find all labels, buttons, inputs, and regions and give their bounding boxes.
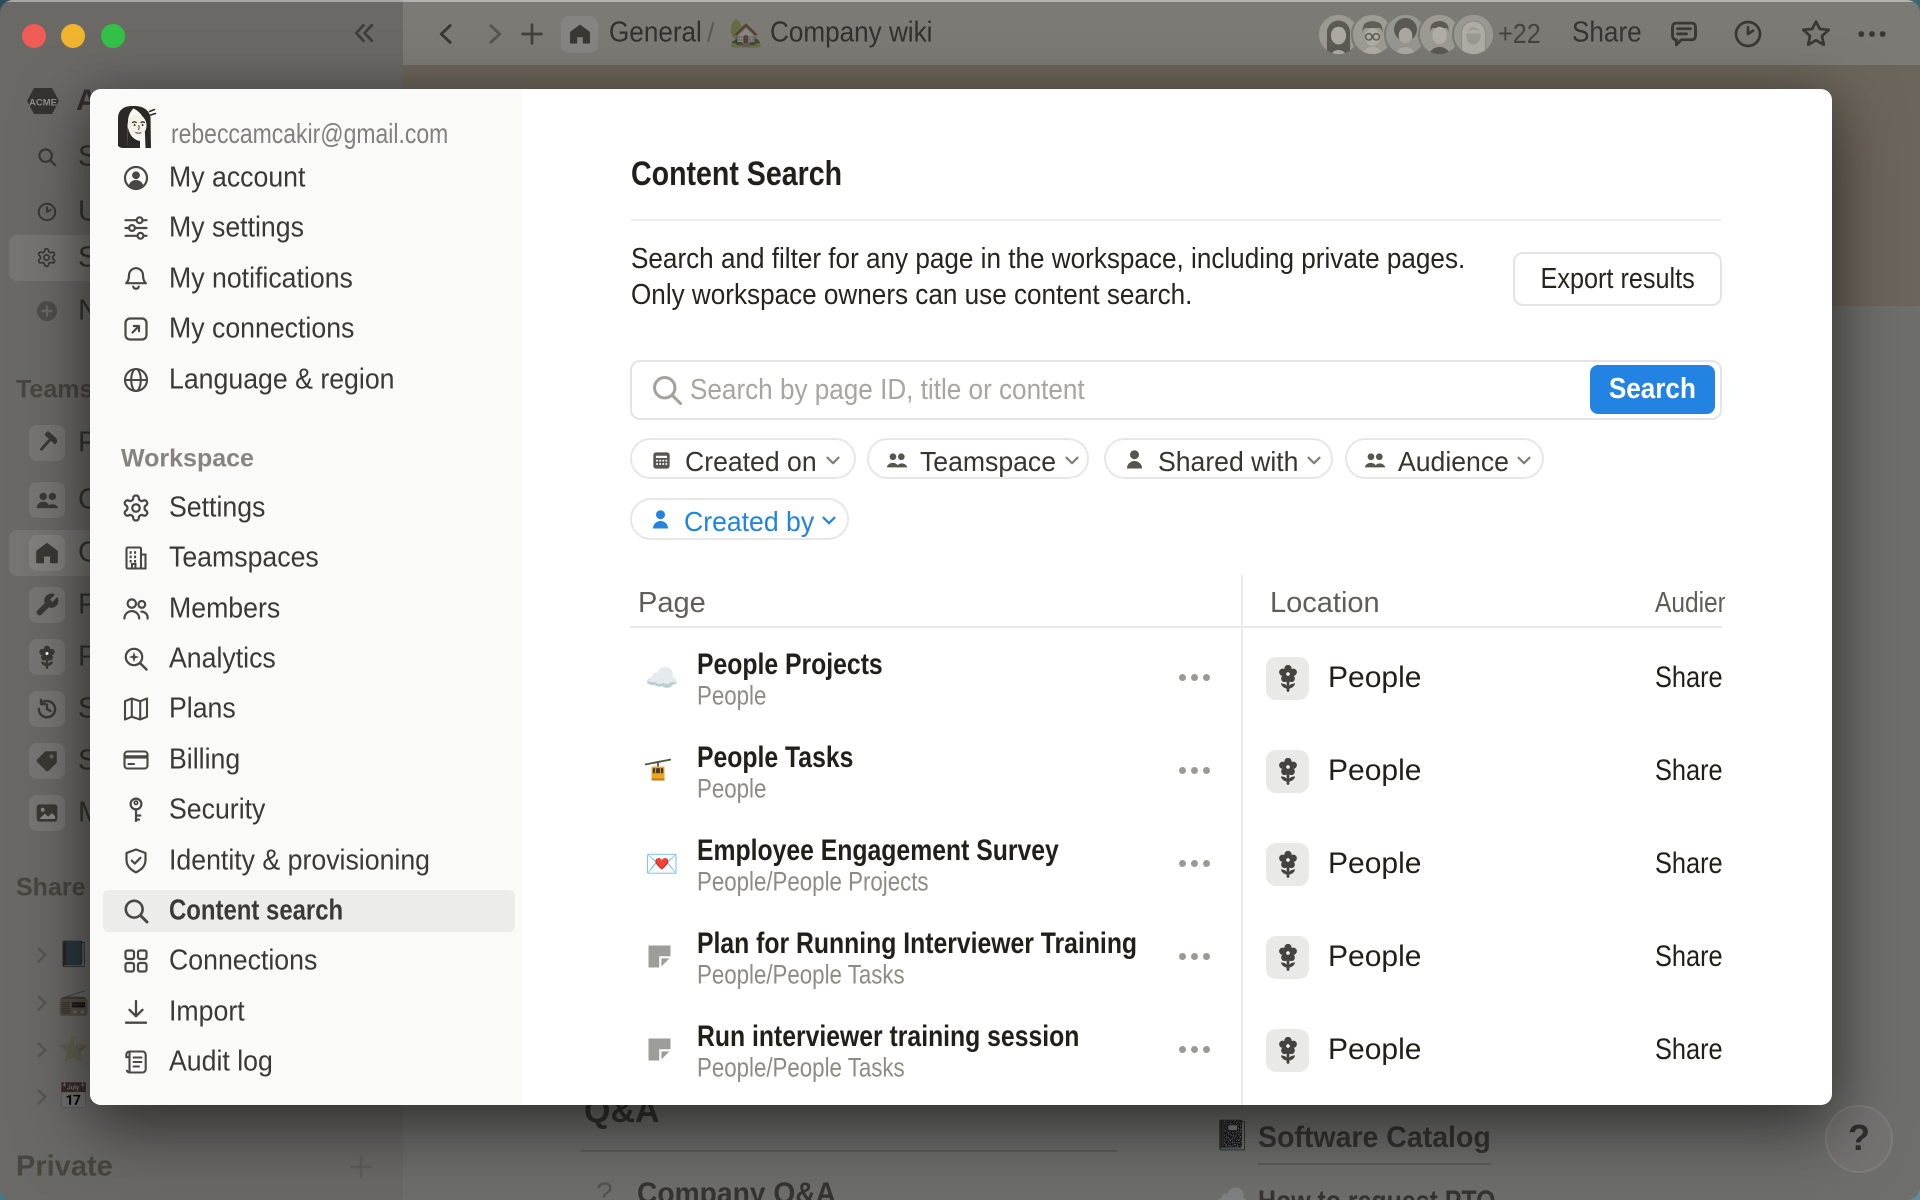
svg-text:ACME: ACME bbox=[29, 98, 57, 109]
